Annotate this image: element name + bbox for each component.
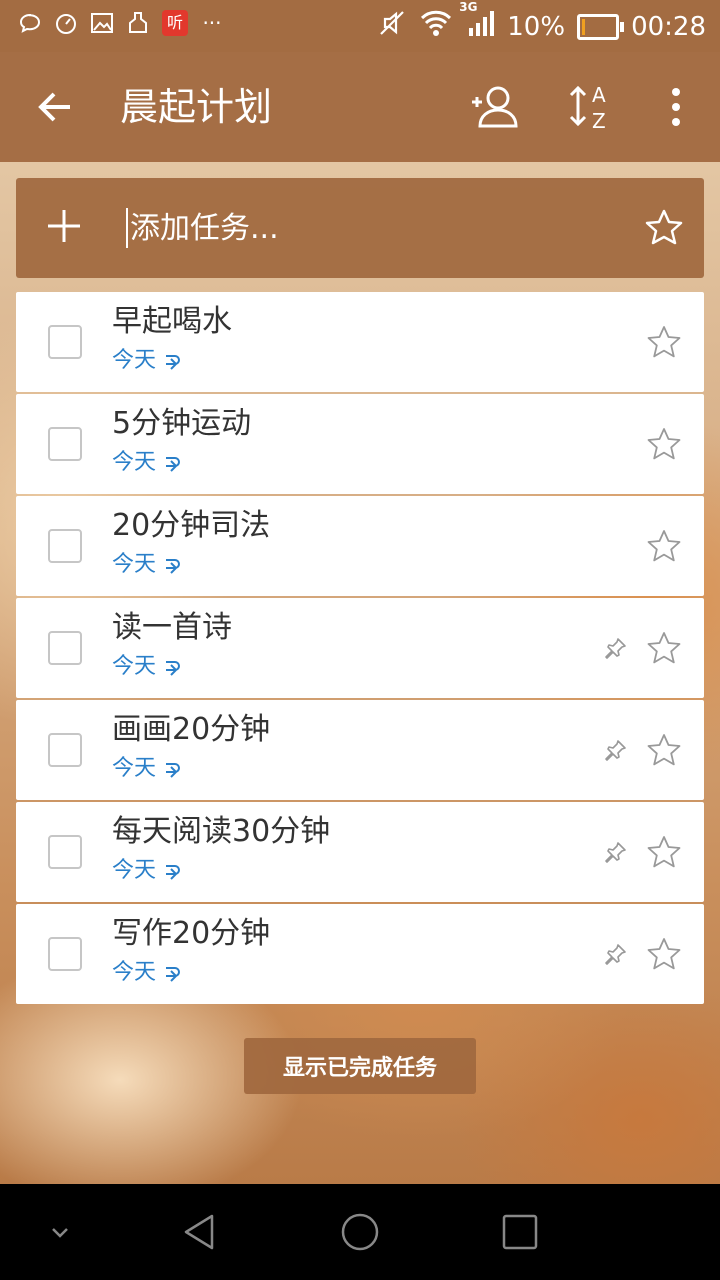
battery-percent: 10% [507, 11, 566, 42]
task-checkbox[interactable] [48, 733, 82, 767]
status-indicators: 3G 10% 00:28 [377, 0, 706, 45]
add-member-icon[interactable] [468, 80, 524, 136]
task-due: 今天 [112, 856, 182, 886]
app-bar: 晨起计划 AZ [0, 52, 720, 162]
task-title: 画画20分钟 [112, 712, 271, 747]
task-due: 今天 [112, 754, 182, 784]
task-checkbox[interactable] [48, 835, 82, 869]
gauge-icon [54, 10, 78, 36]
task-title: 写作20分钟 [112, 916, 271, 951]
network-type: 3G [459, 0, 478, 14]
pin-icon[interactable] [604, 738, 628, 762]
task-checkbox[interactable] [48, 937, 82, 971]
mute-icon [377, 8, 407, 45]
page-title: 晨起计划 [120, 85, 273, 129]
battery-level [582, 18, 586, 35]
task-due: 今天 [112, 346, 182, 376]
repeat-icon [162, 555, 182, 575]
task-row[interactable]: 画画20分钟 今天 [16, 700, 704, 800]
wifi-icon [419, 8, 453, 45]
task-list: 早起喝水 今天 5分钟运动 今天 20分钟司法 今天 读一首诗 今天 画画20分… [16, 292, 704, 1006]
star-outline-icon[interactable] [646, 732, 682, 768]
ting-app-icon: 听 [162, 10, 188, 36]
task-due: 今天 [112, 958, 182, 988]
task-checkbox[interactable] [48, 325, 82, 359]
notification-icons: 听 ··· [18, 10, 224, 36]
task-due-label: 今天 [112, 654, 157, 679]
plus-icon[interactable] [44, 206, 84, 246]
star-outline-icon[interactable] [646, 426, 682, 462]
task-title: 每天阅读30分钟 [112, 814, 331, 849]
svg-text:Z: Z [592, 109, 606, 133]
task-due-label: 今天 [112, 858, 157, 883]
pin-icon[interactable] [604, 636, 628, 660]
chat-icon [18, 10, 42, 36]
task-row[interactable]: 20分钟司法 今天 [16, 496, 704, 596]
pin-icon[interactable] [604, 942, 628, 966]
show-completed-button[interactable]: 显示已完成任务 [244, 1038, 476, 1094]
back-triangle-icon[interactable] [180, 1212, 220, 1252]
svg-text:A: A [592, 83, 606, 107]
task-due-label: 今天 [112, 960, 157, 985]
star-outline-icon[interactable] [646, 324, 682, 360]
task-title: 读一首诗 [112, 610, 232, 645]
repeat-icon [162, 657, 182, 677]
star-outline-icon[interactable] [646, 630, 682, 666]
task-title: 20分钟司法 [112, 508, 271, 543]
repeat-icon [162, 963, 182, 983]
task-row[interactable]: 读一首诗 今天 [16, 598, 704, 698]
star-outline-icon[interactable] [646, 528, 682, 564]
repeat-icon [162, 759, 182, 779]
battery-icon [577, 13, 625, 40]
task-due: 今天 [112, 550, 182, 580]
status-bar: 听 ··· 3G 10% 00:28 [0, 0, 720, 52]
task-row[interactable]: 每天阅读30分钟 今天 [16, 802, 704, 902]
clock: 00:28 [631, 11, 706, 42]
nav-bar [0, 1184, 720, 1280]
image-icon [90, 10, 114, 36]
collapse-chevron-icon[interactable] [40, 1212, 80, 1252]
task-title: 5分钟运动 [112, 406, 252, 441]
task-due-label: 今天 [112, 348, 157, 373]
task-row[interactable]: 写作20分钟 今天 [16, 904, 704, 1004]
repeat-icon [162, 453, 182, 473]
sort-az-icon[interactable]: AZ [566, 80, 622, 136]
back-arrow-icon[interactable] [36, 82, 76, 132]
more-vert-icon[interactable] [648, 80, 704, 136]
star-outline-icon[interactable] [646, 936, 682, 972]
task-row[interactable]: 5分钟运动 今天 [16, 394, 704, 494]
add-task-bar [16, 178, 704, 278]
recents-square-icon[interactable] [500, 1212, 540, 1252]
add-task-input[interactable] [126, 208, 630, 248]
task-checkbox[interactable] [48, 529, 82, 563]
signal-icon: 3G [459, 0, 495, 45]
task-due: 今天 [112, 448, 182, 478]
task-due-label: 今天 [112, 756, 157, 781]
repeat-icon [162, 351, 182, 371]
home-circle-icon[interactable] [340, 1212, 380, 1252]
task-title: 早起喝水 [112, 304, 232, 339]
star-outline-icon[interactable] [644, 208, 684, 248]
pin-icon[interactable] [604, 840, 628, 864]
task-checkbox[interactable] [48, 631, 82, 665]
clean-icon [126, 10, 150, 36]
task-due-label: 今天 [112, 450, 157, 475]
task-row[interactable]: 早起喝水 今天 [16, 292, 704, 392]
star-outline-icon[interactable] [646, 834, 682, 870]
repeat-icon [162, 861, 182, 881]
task-due-label: 今天 [112, 552, 157, 577]
task-checkbox[interactable] [48, 427, 82, 461]
more-notifications-icon: ··· [202, 11, 222, 35]
task-due: 今天 [112, 652, 182, 682]
